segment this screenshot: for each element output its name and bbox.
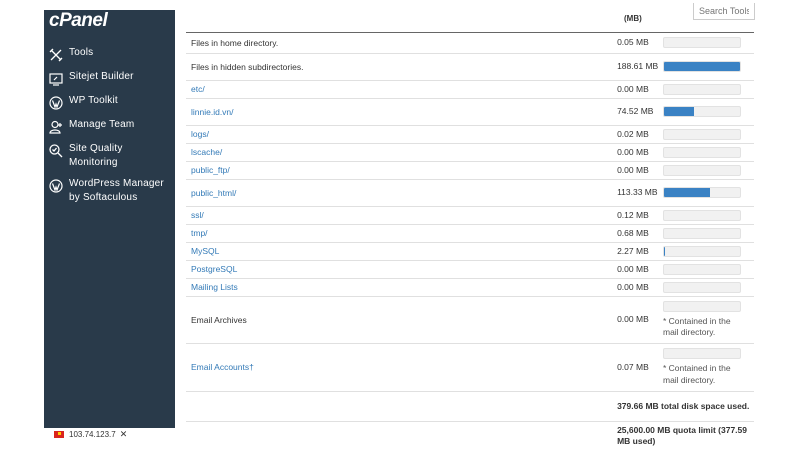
usage-bar	[662, 61, 741, 72]
disk-size: 0.12 MB	[617, 206, 661, 225]
disk-size: 113.33 MB	[617, 179, 661, 207]
manage-team-icon	[48, 119, 63, 134]
sidebar-item-label: Tools	[69, 47, 94, 58]
table-row: logs/ 0.02 MB	[186, 125, 754, 144]
quota-row: 25,600.00 MB quota limit (377.59 MB used…	[186, 421, 754, 450]
sidebar-item-sitejet[interactable]: Sitejet Builder	[44, 70, 175, 86]
disk-size: 0.07 MB	[617, 343, 661, 392]
mail-directory-note: * Contained in the mail directory.	[662, 363, 731, 385]
directory-link[interactable]: public_ftp/	[191, 165, 230, 175]
table-row: lscache/ 0.00 MB	[186, 143, 754, 162]
mail-directory-note: * Contained in the mail directory.	[662, 315, 731, 338]
table-row: Files in hidden subdirectories. 188.61 M…	[186, 53, 754, 81]
sidebar-item-site-quality[interactable]: Site Quality Monitoring	[44, 142, 175, 169]
sitejet-icon	[48, 71, 63, 86]
disk-usage-table: Files in home directory. 0.05 MB Files i…	[186, 33, 754, 450]
close-icon[interactable]: ✕	[120, 429, 128, 440]
directory-link[interactable]: ssl/	[191, 210, 204, 220]
usage-bar-fill	[663, 246, 665, 256]
disk-size: 0.00 MB	[617, 80, 661, 99]
table-row: Files in home directory. 0.05 MB	[186, 33, 754, 54]
disk-size: 2.27 MB	[617, 242, 661, 261]
sidebar-item-manage-team[interactable]: Manage Team	[44, 118, 175, 134]
cpanel-logo[interactable]: cPanel	[49, 10, 108, 32]
usage-bar	[662, 106, 741, 117]
directory-link[interactable]: MySQL	[191, 246, 219, 256]
disk-size: 0.02 MB	[617, 125, 661, 144]
usage-bar	[662, 83, 741, 95]
table-row: Email Accounts† 0.07 MB * Contained in t…	[186, 343, 754, 392]
table-row: PostgreSQL 0.00 MB	[186, 260, 754, 279]
table-row: Mailing Lists 0.00 MB	[186, 278, 754, 297]
disk-usage-panel: (MB) Files in home directory. 0.05 MB Fi…	[186, 0, 754, 450]
sidebar-item-label: Site Quality Monitoring	[69, 143, 123, 168]
size-column-header: (MB)	[624, 14, 642, 23]
location-name: Files in hidden subdirectories.	[186, 53, 618, 81]
directory-link[interactable]: linnie.id.vn/	[191, 107, 234, 117]
usage-bar	[662, 164, 741, 176]
sidebar-item-label: Sitejet Builder	[69, 71, 134, 82]
disk-size: 0.00 MB	[617, 161, 661, 180]
sidebar-item-tools[interactable]: Tools	[44, 46, 175, 62]
usage-bar	[662, 245, 741, 257]
directory-link[interactable]: PostgreSQL	[191, 264, 237, 274]
disk-size: 0.68 MB	[617, 224, 661, 243]
usage-bar	[662, 263, 741, 275]
sidebar-item-wp-toolkit[interactable]: WP Toolkit	[44, 94, 175, 110]
sidebar: cPanel Tools Sitejet Builder WP Toolkit …	[44, 10, 175, 440]
directory-link[interactable]: logs/	[191, 129, 209, 139]
disk-size: 188.61 MB	[617, 53, 661, 81]
wordpress-icon	[48, 178, 63, 193]
table-row: ssl/ 0.12 MB	[186, 206, 754, 225]
location-name: Files in home directory.	[186, 33, 618, 54]
usage-bar	[662, 227, 741, 239]
usage-bar	[662, 37, 741, 49]
sidebar-item-label: WP Toolkit	[69, 95, 118, 106]
disk-size: 0.00 MB	[617, 296, 661, 344]
email-accounts-link[interactable]: Email Accounts†	[191, 362, 254, 372]
total-row: 379.66 MB total disk space used.	[186, 391, 754, 422]
usage-bar-fill	[663, 188, 710, 197]
directory-link[interactable]: public_html/	[191, 188, 236, 198]
tools-icon	[48, 47, 63, 62]
disk-size: 0.00 MB	[617, 143, 661, 162]
wordpress-icon	[48, 95, 63, 110]
directory-link[interactable]: tmp/	[191, 228, 208, 238]
sidebar-item-label: WordPress Manager by Softaculous	[69, 178, 164, 203]
usage-bar-fill	[663, 62, 740, 71]
disk-size: 74.52 MB	[617, 98, 661, 126]
directory-link[interactable]: etc/	[191, 84, 205, 94]
usage-bar	[662, 209, 741, 221]
usage-bar	[662, 128, 741, 140]
table-row: tmp/ 0.68 MB	[186, 224, 754, 243]
table-row: etc/ 0.00 MB	[186, 80, 754, 99]
usage-bar	[662, 348, 741, 359]
disk-size: 0.05 MB	[617, 33, 661, 54]
usage-bar	[662, 300, 741, 312]
table-row: MySQL 2.27 MB	[186, 242, 754, 261]
vietnam-flag-icon	[54, 430, 64, 438]
disk-size: 0.00 MB	[617, 278, 661, 297]
directory-link[interactable]: lscache/	[191, 147, 222, 157]
sidebar-item-wordpress-manager[interactable]: WordPress Manager by Softaculous	[44, 177, 175, 204]
usage-bar	[662, 187, 741, 198]
sidebar-nav: Tools Sitejet Builder WP Toolkit Manage …	[44, 46, 175, 212]
table-row: linnie.id.vn/ 74.52 MB	[186, 98, 754, 126]
table-row: public_html/ 113.33 MB	[186, 179, 754, 207]
directory-link[interactable]: Mailing Lists	[191, 282, 238, 292]
disk-size: 0.00 MB	[617, 260, 661, 279]
ip-address-bar: 103.74.123.7 ✕	[44, 428, 175, 440]
quota-limit: 25,600.00 MB quota limit (377.59 MB used…	[617, 425, 747, 447]
location-name: Email Archives	[186, 296, 618, 344]
total-disk-usage: 379.66 MB total disk space used.	[617, 391, 754, 422]
usage-bar	[662, 281, 741, 293]
sidebar-item-label: Manage Team	[69, 119, 135, 130]
table-row: public_ftp/ 0.00 MB	[186, 161, 754, 180]
table-row: Email Archives 0.00 MB * Contained in th…	[186, 296, 754, 344]
site-quality-icon	[48, 143, 63, 158]
usage-bar-fill	[663, 107, 694, 116]
ip-address: 103.74.123.7	[69, 429, 116, 439]
usage-bar	[662, 146, 741, 158]
